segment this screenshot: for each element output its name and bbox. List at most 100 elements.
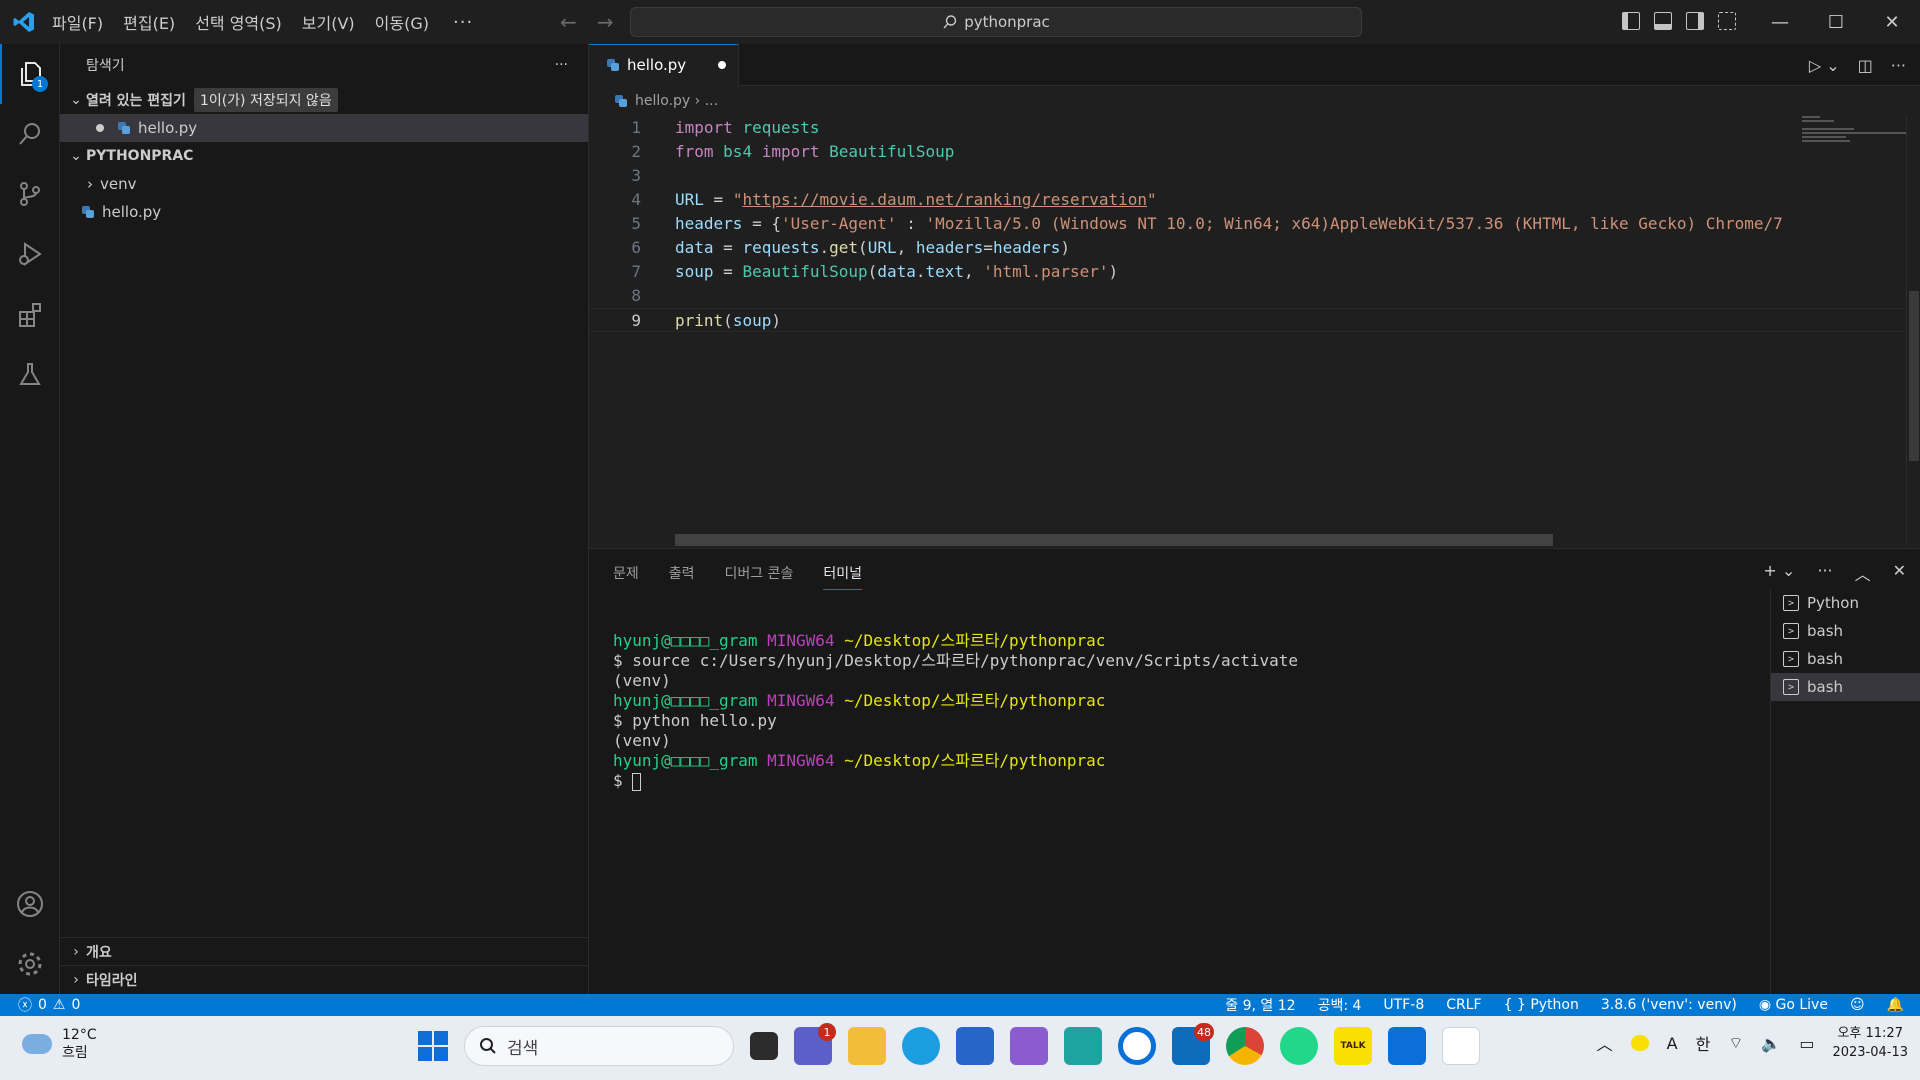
toggle-panel-icon[interactable] xyxy=(1654,12,1672,30)
teams-chat-icon[interactable]: 1 xyxy=(794,1023,836,1065)
weather-widget[interactable]: 12°C 흐림 xyxy=(22,1026,97,1062)
new-terminal-icon[interactable]: + ⌄ xyxy=(1763,561,1795,585)
run-python-icon[interactable]: ▷ ⌄ xyxy=(1809,56,1840,75)
go-live-button[interactable]: ◉ Go Live xyxy=(1759,997,1828,1013)
code-line-4: URL = "https://movie.daum.net/ranking/re… xyxy=(675,190,1157,209)
panel-more-icon[interactable]: ··· xyxy=(1817,561,1832,585)
python-interpreter[interactable]: 3.8.6 ('venv': venv) xyxy=(1601,997,1737,1013)
toggle-primary-sidebar-icon[interactable] xyxy=(1622,12,1640,30)
python-file-icon xyxy=(82,206,94,218)
menu-selection[interactable]: 선택 영역(S) xyxy=(195,10,282,34)
terminal-line: $ xyxy=(613,771,1298,791)
cursor-position[interactable]: 줄 9, 열 12 xyxy=(1225,995,1295,1015)
end-of-line[interactable]: CRLF xyxy=(1446,997,1481,1013)
terminal-item-bash[interactable]: > bash xyxy=(1771,645,1920,673)
project-section[interactable]: ⌄ PYTHONPRAC xyxy=(60,142,588,170)
minimap[interactable] xyxy=(1802,116,1906,516)
pycharm-icon[interactable] xyxy=(1280,1027,1318,1065)
scroll-thumb[interactable] xyxy=(1909,291,1919,461)
run-debug-activity[interactable] xyxy=(0,224,60,284)
terminal-output[interactable]: hyunj@□□□□_gram MINGW64 ~/Desktop/스파르타/p… xyxy=(613,631,1298,791)
battery-icon[interactable]: ▭ xyxy=(1799,1034,1814,1053)
notifications-icon[interactable]: 🔔 xyxy=(1887,997,1904,1013)
vscode-taskbar-icon[interactable] xyxy=(1388,1027,1426,1065)
font-icon[interactable]: A xyxy=(1667,1034,1678,1053)
snipping-tool-icon[interactable] xyxy=(1442,1027,1480,1065)
explorer-more-button[interactable]: ··· xyxy=(555,57,568,73)
menu-edit[interactable]: 편집(E) xyxy=(123,10,175,34)
chrome-icon[interactable] xyxy=(1226,1027,1264,1065)
maximize-panel-icon[interactable]: ︿ xyxy=(1855,561,1871,585)
language-mode[interactable]: { } Python xyxy=(1504,997,1579,1013)
menu-go[interactable]: 이동(G) xyxy=(375,10,429,34)
breadcrumb-file[interactable]: hello.py xyxy=(635,93,690,109)
extensions-activity[interactable] xyxy=(0,284,60,344)
code-line: 7 soup = BeautifulSoup(data.text, 'html.p… xyxy=(589,260,1920,284)
microsoft-store-icon[interactable] xyxy=(956,1027,994,1065)
outline-section[interactable]: › 개요 xyxy=(60,938,589,966)
close-panel-icon[interactable]: ✕ xyxy=(1893,561,1906,585)
editor-more-icon[interactable]: ··· xyxy=(1891,56,1906,75)
windows-start-icon[interactable] xyxy=(418,1031,448,1061)
feedback-icon[interactable]: ☺ xyxy=(1850,997,1865,1013)
unsaved-dot-icon[interactable] xyxy=(718,61,726,69)
folder-item-venv[interactable]: › venv xyxy=(60,170,588,198)
maximize-button[interactable]: ☐ xyxy=(1808,0,1864,44)
explorer-activity[interactable]: 1 xyxy=(0,44,60,104)
manage-activity[interactable] xyxy=(0,934,60,994)
breadcrumb-symbol[interactable]: ... xyxy=(705,93,718,109)
chevron-up-icon[interactable]: ︿ xyxy=(1597,1031,1613,1055)
customize-layout-icon[interactable] xyxy=(1718,12,1736,30)
tab-output[interactable]: 출력 xyxy=(669,563,695,583)
ime-indicator[interactable]: 한 xyxy=(1696,1031,1711,1055)
toggle-secondary-sidebar-icon[interactable] xyxy=(1686,12,1704,30)
open-editors-section[interactable]: ⌄ 열려 있는 편집기 1이(가) 저장되지 않음 xyxy=(60,86,588,114)
cortana-icon[interactable] xyxy=(1118,1027,1156,1065)
task-view-icon[interactable] xyxy=(750,1032,778,1060)
forward-arrow-icon[interactable]: → xyxy=(597,10,614,34)
timeline-label: 타임라인 xyxy=(86,973,138,989)
command-center[interactable]: pythonprac xyxy=(630,7,1362,37)
tab-hello-py[interactable]: hello.py xyxy=(589,43,739,86)
file-explorer-icon[interactable] xyxy=(848,1027,886,1065)
menu-more-button[interactable]: ··· xyxy=(453,12,473,33)
close-button[interactable]: ✕ xyxy=(1864,0,1920,44)
tab-problems[interactable]: 문제 xyxy=(613,563,639,583)
terminal-item-bash[interactable]: > bash xyxy=(1771,617,1920,645)
menu-view[interactable]: 보기(V) xyxy=(302,10,355,34)
terminal-item-python[interactable]: > Python xyxy=(1771,589,1920,617)
minimize-button[interactable]: — xyxy=(1752,0,1808,44)
sync-app-icon[interactable] xyxy=(1064,1027,1102,1065)
editor-horizontal-scrollbar[interactable] xyxy=(675,534,1553,546)
braces-icon: { } xyxy=(1503,997,1526,1013)
problems-status[interactable]: ⓧ 0 ⚠ 0 xyxy=(0,995,80,1015)
project-label: PYTHONPRAC xyxy=(86,148,194,164)
source-control-activity[interactable] xyxy=(0,164,60,224)
terminal-item-bash-active[interactable]: > bash xyxy=(1771,673,1920,701)
kakao-tray-icon[interactable] xyxy=(1630,1035,1649,1051)
modified-dot-icon[interactable] xyxy=(96,124,104,132)
clock[interactable]: 오후 11:27 2023-04-13 xyxy=(1832,1024,1908,1062)
split-editor-icon[interactable]: ◫ xyxy=(1858,56,1873,75)
indentation[interactable]: 공백: 4 xyxy=(1318,995,1362,1015)
volume-icon[interactable]: 🔈 xyxy=(1761,1034,1781,1053)
edge-browser-icon[interactable] xyxy=(902,1027,940,1065)
menu-file[interactable]: 파일(F) xyxy=(52,10,103,34)
code-editor[interactable]: 1 import requests 2 from bs4 import Beauti… xyxy=(589,116,1920,332)
back-arrow-icon[interactable]: ← xyxy=(560,10,577,34)
mail-icon[interactable]: 48 xyxy=(1172,1023,1214,1065)
open-editor-item[interactable]: hello.py xyxy=(60,114,588,142)
encoding[interactable]: UTF-8 xyxy=(1383,997,1424,1013)
file-item-hello[interactable]: hello.py xyxy=(60,198,588,226)
wifi-icon[interactable]: ⌔ xyxy=(1728,1033,1743,1053)
accounts-activity[interactable] xyxy=(0,874,60,934)
tab-terminal[interactable]: 터미널 xyxy=(823,563,863,590)
tab-debug-console[interactable]: 디버그 콘솔 xyxy=(725,563,794,583)
app-purple-icon[interactable] xyxy=(1010,1027,1048,1065)
search-activity[interactable] xyxy=(0,104,60,164)
editor-vertical-scrollbar[interactable] xyxy=(1906,116,1920,546)
timeline-section[interactable]: › 타임라인 xyxy=(60,966,589,994)
taskbar-search[interactable]: 검색 xyxy=(464,1026,734,1066)
kakaotalk-icon[interactable]: TALK xyxy=(1334,1027,1372,1065)
testing-activity[interactable] xyxy=(0,344,60,404)
